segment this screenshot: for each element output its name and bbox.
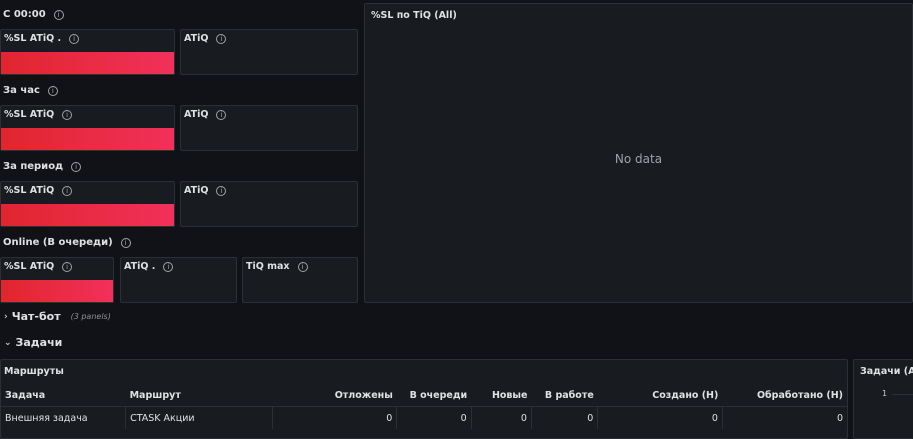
stat-panel-atiq[interactable]: ATiQ i [180, 29, 358, 75]
stat-panel-atiq[interactable]: ATiQ i [180, 181, 358, 227]
info-icon[interactable]: i [216, 33, 227, 44]
panel-title: %SL ATiQ i [4, 261, 73, 272]
info-icon[interactable]: i [120, 237, 131, 248]
grid-line [892, 394, 913, 395]
stat-panel-sl-atiq-dot[interactable]: %SL ATiQ . i [0, 29, 175, 75]
sl-by-tiq-panel[interactable]: %SL по TiQ (All) No data [364, 3, 913, 303]
table-cell: 0 [271, 406, 397, 429]
no-data-message: No data [614, 152, 663, 166]
row-title-label: Чат-бот [11, 310, 61, 323]
panel-title-label: %SL ATiQ [4, 261, 55, 272]
stat-panel-tiq-max[interactable]: TiQ max i [242, 257, 358, 303]
panel-title: %SL ATiQ . i [4, 33, 80, 44]
row-title-per-hour[interactable]: За час i [3, 85, 58, 96]
column-header-new[interactable]: Новые [471, 384, 532, 407]
row-title-label: За период [3, 161, 64, 172]
panel-title-label: TiQ max [246, 261, 290, 272]
row-panel-count: (3 panels) [70, 312, 111, 321]
info-icon[interactable]: i [62, 261, 73, 272]
column-header-in-queue[interactable]: В очереди [396, 384, 472, 407]
panel-title: %SL ATiQ i [4, 109, 73, 120]
panel-title: Задачи (All) [860, 366, 913, 377]
tasks-all-panel[interactable]: Задачи (All) 1 [853, 359, 913, 439]
row-title-per-period[interactable]: За период i [3, 161, 82, 172]
row-tasks[interactable]: ⌄ Задачи [4, 336, 62, 349]
panel-title-label: ATiQ [184, 33, 209, 44]
info-icon[interactable]: i [163, 261, 174, 272]
table-cell: 0 [597, 406, 723, 429]
panel-title-label: %SL ATiQ [4, 109, 55, 120]
info-icon[interactable]: i [62, 109, 73, 120]
row-title-online[interactable]: Online (В очереди) i [3, 237, 131, 248]
stat-panel-atiq-dot[interactable]: ATiQ . i [120, 257, 237, 303]
panel-title-label: %SL ATiQ [4, 185, 55, 196]
info-icon[interactable]: i [216, 185, 227, 196]
stat-bar [1, 280, 113, 302]
table-header-row: Задача Маршрут Отложены В очереди Новые … [1, 384, 847, 407]
table-cell: 0 [470, 406, 532, 429]
panel-title: ATiQ . i [124, 261, 174, 272]
stat-panel-sl-atiq[interactable]: %SL ATiQ i [0, 181, 175, 227]
panel-title: TiQ max i [246, 261, 308, 272]
panel-title-label: ATiQ [184, 109, 209, 120]
panel-title-label: ATiQ [184, 185, 209, 196]
column-header-processed[interactable]: Обработано (Н) [722, 384, 847, 407]
column-header-task[interactable]: Задача [1, 384, 126, 407]
row-title-label: За час [3, 85, 40, 96]
column-header-created[interactable]: Создано (Н) [597, 384, 723, 407]
table-cell: 0 [530, 406, 598, 429]
column-header-route[interactable]: Маршрут [125, 384, 273, 407]
info-icon[interactable]: i [297, 261, 308, 272]
row-title-label: С 00:00 [3, 9, 46, 20]
row-chatbot[interactable]: › Чат-бот (3 panels) [4, 310, 111, 323]
stat-panel-sl-atiq[interactable]: %SL ATiQ i [0, 105, 175, 151]
table-cell: Внешняя задача [5, 412, 88, 424]
routes-table-panel[interactable]: Маршруты Задача Маршрут Отложены В очере… [0, 359, 848, 439]
panel-title: %SL по TiQ (All) [371, 10, 457, 21]
routes-table: Задача Маршрут Отложены В очереди Новые … [1, 384, 847, 429]
info-icon[interactable]: i [62, 185, 73, 196]
row-title-since-midnight[interactable]: С 00:00 i [3, 9, 64, 20]
table-cell: CTASK Акции [125, 406, 273, 429]
panel-title-label: ATiQ . [124, 261, 156, 272]
info-icon[interactable]: i [53, 9, 64, 20]
stat-bar [1, 52, 174, 74]
panel-title: ATiQ i [184, 33, 227, 44]
panel-title: ATiQ i [184, 185, 227, 196]
panel-title: %SL ATiQ i [4, 185, 73, 196]
info-icon[interactable]: i [71, 161, 82, 172]
chevron-down-icon: ⌄ [4, 337, 12, 348]
row-title-label: Задачи [15, 336, 63, 349]
stat-panel-atiq[interactable]: ATiQ i [180, 105, 358, 151]
axis-tick-label: 1 [882, 389, 888, 398]
panel-title: Маршруты [4, 366, 64, 377]
row-title-label: Online (В очереди) [3, 237, 113, 248]
table-row: Внешняя задача CTASK Акции 0 0 0 0 0 0 [1, 406, 847, 429]
column-header-in-progress[interactable]: В работе [531, 384, 598, 407]
panel-title: ATiQ i [184, 109, 227, 120]
table-cell: 0 [396, 406, 472, 429]
stat-bar [1, 128, 174, 150]
info-icon[interactable]: i [69, 33, 80, 44]
panel-title-label: %SL ATiQ . [4, 33, 62, 44]
stat-bar [1, 204, 174, 226]
chevron-right-icon: › [4, 311, 8, 322]
table-cell: 0 [721, 406, 847, 429]
info-icon[interactable]: i [216, 109, 227, 120]
column-header-deferred[interactable]: Отложены [272, 384, 397, 407]
stat-panel-sl-atiq[interactable]: %SL ATiQ i [0, 257, 114, 303]
info-icon[interactable]: i [47, 85, 58, 96]
